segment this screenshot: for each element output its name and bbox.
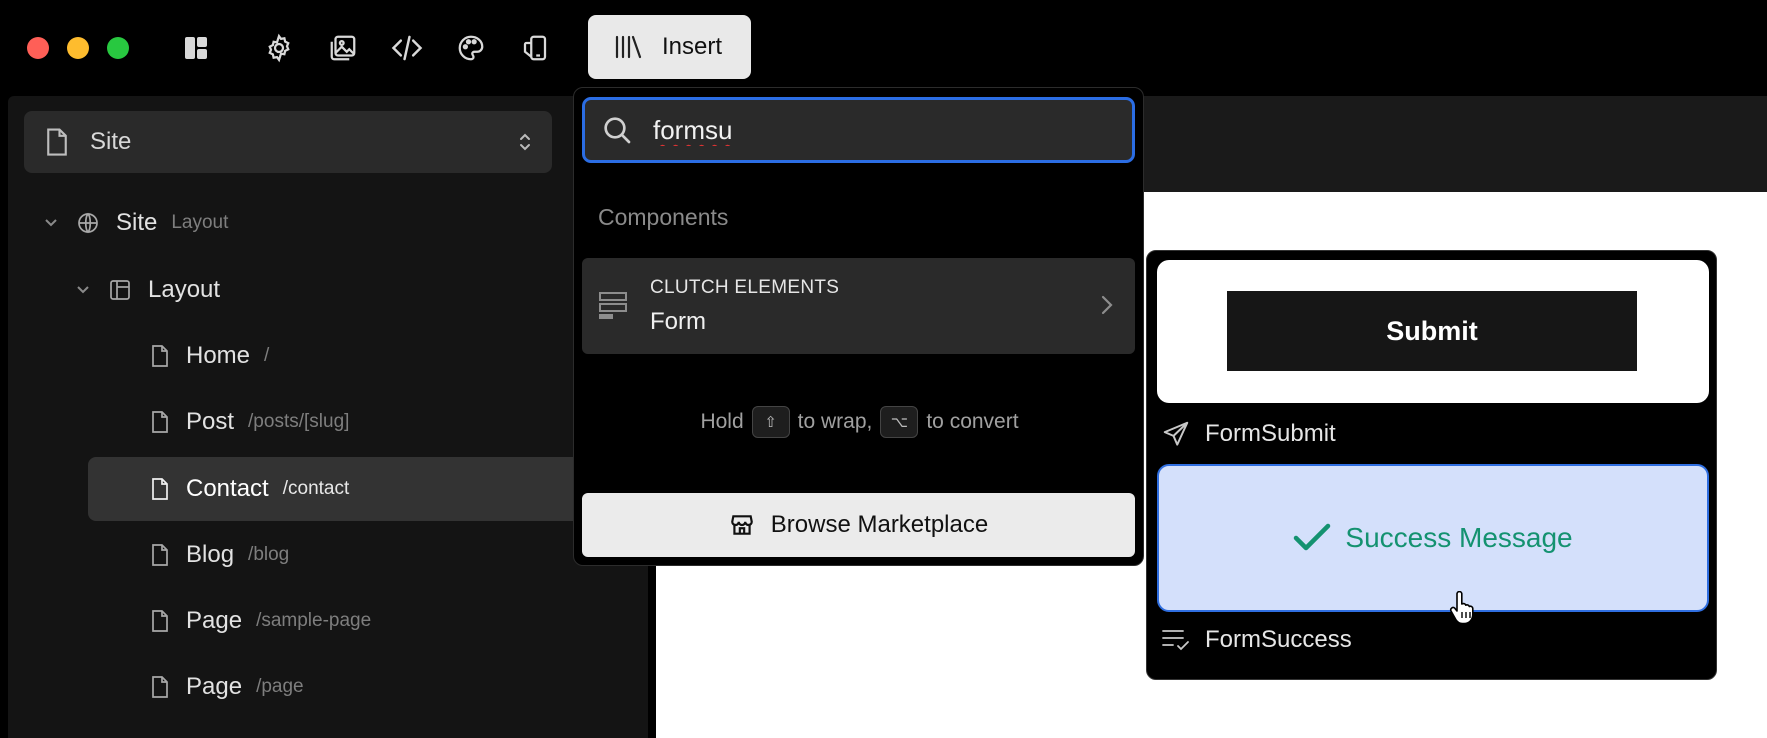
result-group-label: CLUTCH ELEMENTS [650, 277, 840, 298]
list-check-icon [1161, 627, 1191, 653]
tree-item-sub: Layout [171, 212, 229, 233]
device-icon[interactable] [515, 28, 555, 68]
insert-label: Insert [662, 33, 723, 60]
close-window-button[interactable] [27, 37, 49, 59]
code-icon[interactable] [387, 28, 427, 68]
form-success-preview[interactable]: Success Message [1157, 464, 1709, 612]
search-icon [601, 114, 633, 146]
tree-item-path: / [264, 345, 270, 366]
success-message-text: Success Message [1345, 522, 1573, 553]
form-submit-label-row: FormSubmit [1161, 419, 1336, 449]
hint-wrap: to wrap, [797, 410, 873, 433]
form-success-name: FormSuccess [1205, 626, 1352, 653]
insert-button[interactable]: Insert [588, 15, 751, 79]
page-icon [150, 410, 170, 434]
sidebar: Site Site Layout Layout Home / Post /pos… [8, 96, 648, 738]
form-submit-preview[interactable]: Submit [1157, 260, 1709, 403]
tree-item-path: /contact [282, 478, 350, 499]
hint-convert: to convert [926, 410, 1019, 433]
tree-item-layout[interactable]: Layout [76, 270, 220, 310]
tree-item-post[interactable]: Post /posts/[slug] [150, 402, 349, 442]
site-selector[interactable]: Site [24, 111, 552, 173]
page-icon [150, 344, 170, 368]
form-submit-name: FormSubmit [1205, 420, 1336, 447]
tree-item-label: Post [186, 408, 235, 435]
tree-item-label: Home [186, 342, 251, 369]
updown-chevron-icon [518, 131, 532, 153]
page-icon [150, 477, 170, 501]
search-field[interactable] [582, 97, 1135, 163]
tree-item-page-sample[interactable]: Page /sample-page [150, 601, 371, 641]
result-item-form[interactable]: CLUTCH ELEMENTS Form [582, 258, 1135, 354]
site-selector-label: Site [90, 128, 132, 155]
option-key: ⌥ [880, 406, 919, 438]
form-component-icon [598, 290, 628, 320]
toolbar: Insert [0, 0, 1767, 94]
section-label: Components [598, 204, 729, 230]
tree-item-label: Page [186, 607, 243, 634]
library-icon [614, 34, 642, 60]
page-icon [150, 675, 170, 699]
chevron-down-icon[interactable] [76, 285, 90, 295]
tree-item-path: /posts/[slug] [248, 411, 350, 432]
page-icon [150, 609, 170, 633]
layout-panel-icon [108, 278, 132, 302]
shift-key: ⇧ [751, 406, 790, 438]
store-icon [729, 512, 755, 538]
tree-item-path: /page [256, 676, 304, 697]
tree-item-site[interactable]: Site Layout [44, 203, 228, 243]
palette-icon[interactable] [451, 28, 491, 68]
tree-item-label: Page [186, 673, 243, 700]
keyboard-hint: Hold ⇧ to wrap, ⌥ to convert [574, 406, 1145, 438]
tree-item-path: /sample-page [256, 610, 372, 631]
tree-item-contact[interactable]: Contact /contact [150, 469, 349, 509]
submit-mock-button: Submit [1227, 291, 1637, 371]
globe-icon [76, 211, 100, 235]
tree-item-label: Layout [148, 276, 221, 303]
page-icon [150, 543, 170, 567]
minimize-window-button[interactable] [67, 37, 89, 59]
chevron-down-icon[interactable] [44, 218, 58, 228]
gear-icon[interactable] [259, 28, 299, 68]
images-icon[interactable] [323, 28, 363, 68]
hand-cursor-icon [1448, 591, 1478, 625]
tree-item-path: /blog [248, 544, 290, 565]
form-success-label-row: FormSuccess [1161, 626, 1352, 654]
result-name: Form [650, 308, 706, 335]
browse-marketplace-button[interactable]: Browse Marketplace [582, 493, 1135, 557]
tree-item-label: Site [116, 209, 158, 236]
zoom-window-button[interactable] [107, 37, 129, 59]
checkmark-icon [1293, 523, 1331, 553]
insert-popover: Components CLUTCH ELEMENTS Form Hold ⇧ t… [573, 87, 1144, 566]
chevron-right-icon [1101, 295, 1113, 315]
component-preview: Submit FormSubmit Success Message FormSu… [1146, 250, 1717, 680]
tree-item-page[interactable]: Page /page [150, 667, 304, 707]
browse-marketplace-label: Browse Marketplace [770, 511, 989, 538]
layout-icon[interactable] [176, 28, 216, 68]
file-icon [44, 127, 70, 157]
tree-item-home[interactable]: Home / [150, 336, 269, 376]
hint-hold: Hold [700, 410, 744, 433]
search-input[interactable] [651, 113, 1071, 147]
tree-item-label: Contact [186, 475, 269, 502]
tree-item-blog[interactable]: Blog /blog [150, 535, 289, 575]
tree-item-label: Blog [186, 541, 235, 568]
send-icon [1161, 419, 1191, 449]
